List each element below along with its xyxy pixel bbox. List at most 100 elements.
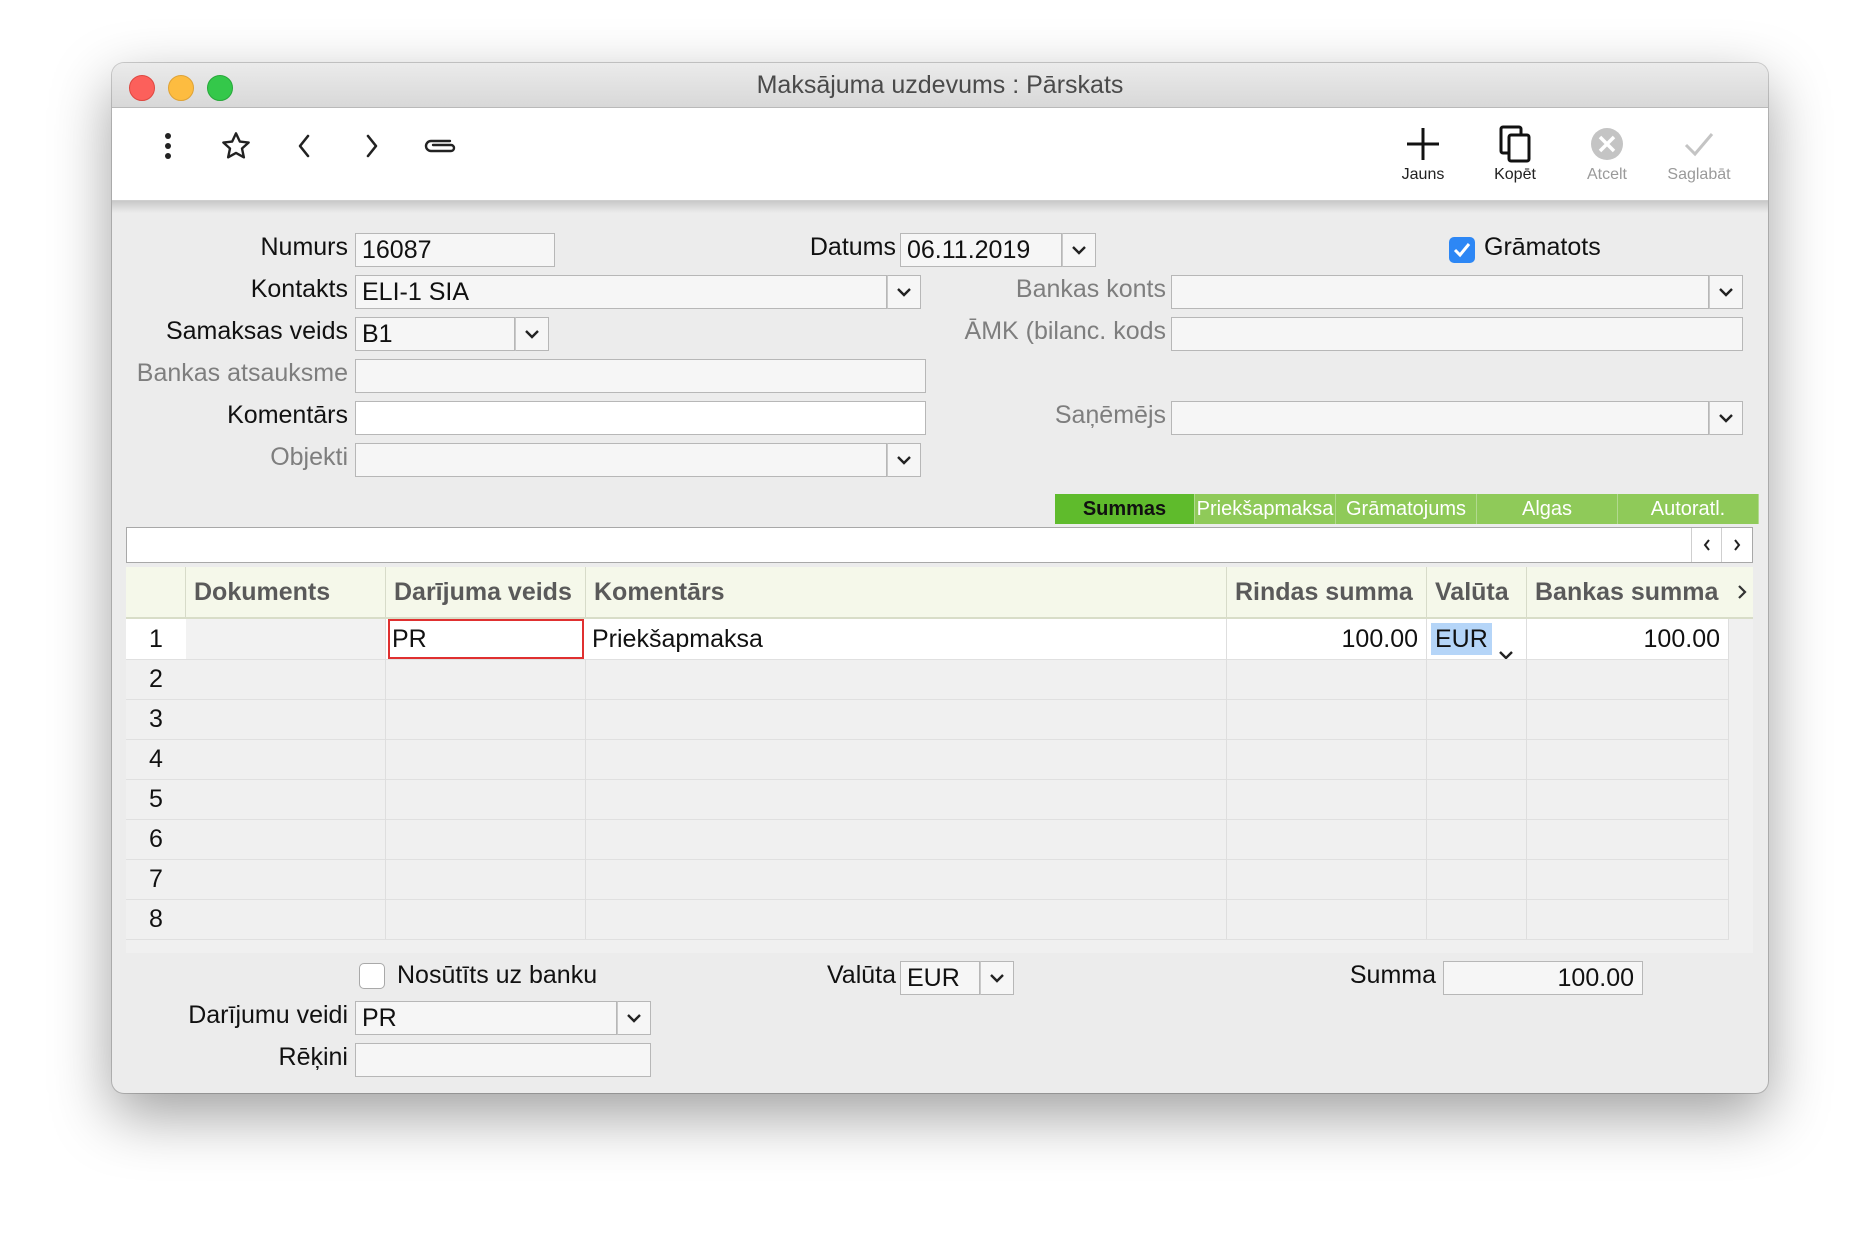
new-button[interactable]: Jauns xyxy=(1378,122,1468,192)
cell-bankas-summa[interactable] xyxy=(1527,739,1729,779)
samaksas-field[interactable]: B1 xyxy=(355,317,515,351)
cell-rindas-summa[interactable] xyxy=(1227,899,1427,939)
column-header-valuta[interactable]: Valūta xyxy=(1427,567,1527,617)
column-header-darijuma-veids[interactable]: Darījuma veids xyxy=(386,567,586,617)
cell-dokuments[interactable] xyxy=(186,779,386,819)
cell-rindas-summa[interactable] xyxy=(1227,739,1427,779)
cell-rindas-summa[interactable] xyxy=(1227,659,1427,699)
table-row[interactable]: 7 xyxy=(126,859,1729,900)
table-row[interactable]: 2 xyxy=(126,659,1729,700)
bankas-konts-field[interactable] xyxy=(1171,275,1709,309)
cell-bankas-summa[interactable] xyxy=(1527,859,1729,899)
bottom-valuta-dropdown[interactable] xyxy=(980,961,1014,995)
cell-komentars[interactable] xyxy=(586,779,1227,819)
cell-komentars[interactable] xyxy=(586,699,1227,739)
nosutits-checkbox[interactable] xyxy=(359,963,385,989)
table-row[interactable]: 6 xyxy=(126,819,1729,860)
cell-dokuments[interactable] xyxy=(186,899,386,939)
darijumu-veidi-dropdown[interactable] xyxy=(617,1001,651,1035)
komentars-field[interactable] xyxy=(355,401,926,435)
cell-rindas-summa[interactable] xyxy=(1227,819,1427,859)
cell-valuta[interactable] xyxy=(1427,699,1527,739)
tab-autoratl[interactable]: Autoratl. xyxy=(1618,494,1759,524)
column-header-bankas-summa[interactable]: Bankas summa xyxy=(1527,567,1730,617)
cell-bankas-summa[interactable] xyxy=(1527,819,1729,859)
sanemejs-dropdown[interactable] xyxy=(1709,401,1743,435)
column-header-rindas-summa[interactable]: Rindas summa xyxy=(1227,567,1427,617)
cell-bankas-summa[interactable] xyxy=(1527,779,1729,819)
bankas-konts-dropdown[interactable] xyxy=(1709,275,1743,309)
cell-rindas-summa[interactable] xyxy=(1227,779,1427,819)
previous-arrow-icon[interactable] xyxy=(284,126,324,166)
cell-darijuma-veids-selected[interactable]: PR xyxy=(388,619,584,659)
numurs-field[interactable]: 16087 xyxy=(355,233,555,267)
cell-valuta[interactable] xyxy=(1427,819,1527,859)
table-row[interactable]: 3 xyxy=(126,699,1729,740)
cell-dokuments[interactable] xyxy=(186,859,386,899)
scroll-left-button[interactable] xyxy=(1691,528,1722,562)
cell-bankas-summa[interactable] xyxy=(1527,659,1729,699)
copy-button[interactable]: Kopēt xyxy=(1470,122,1560,192)
datums-field[interactable]: 06.11.2019 xyxy=(900,233,1062,267)
objekti-field[interactable] xyxy=(355,443,887,477)
cell-darijuma-veids[interactable] xyxy=(386,699,586,739)
horizontal-scrollbar[interactable] xyxy=(126,527,1753,563)
cell-dokuments[interactable] xyxy=(186,739,386,779)
cell-dokuments[interactable] xyxy=(186,659,386,699)
favorite-star-icon[interactable] xyxy=(216,126,256,166)
sanemejs-field[interactable] xyxy=(1171,401,1709,435)
cell-darijuma-veids[interactable] xyxy=(386,739,586,779)
tab-algas[interactable]: Algas xyxy=(1477,494,1618,524)
attachment-paperclip-icon[interactable] xyxy=(420,126,460,166)
cell-dokuments[interactable] xyxy=(186,699,386,739)
cell-bankas-summa[interactable]: 100.00 xyxy=(1527,619,1729,659)
cell-dokuments[interactable] xyxy=(186,819,386,859)
darijumu-veidi-field[interactable]: PR xyxy=(355,1001,617,1035)
table-row[interactable]: 1 PR Priekšapmaksa 100.00 EUR 100.00 xyxy=(126,619,1729,660)
column-header-dokuments[interactable]: Dokuments xyxy=(186,567,386,617)
cell-komentars[interactable] xyxy=(586,899,1227,939)
cell-valuta[interactable] xyxy=(1427,739,1527,779)
atsauksme-field[interactable] xyxy=(355,359,926,393)
cell-valuta[interactable] xyxy=(1427,899,1527,939)
cell-bankas-summa[interactable] xyxy=(1527,899,1729,939)
cell-rindas-summa[interactable]: 100.00 xyxy=(1227,619,1427,659)
tab-gramatojums[interactable]: Grāmatojums xyxy=(1336,494,1477,524)
rekini-field[interactable] xyxy=(355,1043,651,1077)
cell-rindas-summa[interactable] xyxy=(1227,699,1427,739)
cell-valuta[interactable] xyxy=(1427,779,1527,819)
cell-komentars[interactable] xyxy=(586,659,1227,699)
objekti-dropdown[interactable] xyxy=(887,443,921,477)
cell-bankas-summa[interactable] xyxy=(1527,699,1729,739)
cell-valuta[interactable] xyxy=(1427,659,1527,699)
bottom-valuta-field[interactable]: EUR xyxy=(900,961,980,995)
column-header-komentars[interactable]: Komentārs xyxy=(586,567,1227,617)
table-row[interactable]: 4 xyxy=(126,739,1729,780)
cell-darijuma-veids[interactable] xyxy=(386,899,586,939)
samaksas-dropdown[interactable] xyxy=(515,317,549,351)
cell-valuta[interactable]: EUR xyxy=(1427,619,1527,659)
datums-dropdown[interactable] xyxy=(1062,233,1096,267)
tab-priekšapmaksa[interactable]: Priekšapmaksa xyxy=(1195,494,1336,524)
cell-rindas-summa[interactable] xyxy=(1227,859,1427,899)
cell-darijuma-veids[interactable] xyxy=(386,779,586,819)
amk-field[interactable] xyxy=(1171,317,1743,351)
table-row[interactable]: 5 xyxy=(126,779,1729,820)
more-columns-chevron-icon[interactable] xyxy=(1730,567,1753,617)
cell-darijuma-veids[interactable] xyxy=(386,819,586,859)
table-row[interactable]: 8 xyxy=(126,899,1729,940)
cell-darijuma-veids[interactable] xyxy=(386,859,586,899)
cell-valuta[interactable] xyxy=(1427,859,1527,899)
kontakts-dropdown[interactable] xyxy=(887,275,921,309)
scroll-right-button[interactable] xyxy=(1721,528,1752,562)
kontakts-field[interactable]: ELI-1 SIA xyxy=(355,275,887,309)
save-button[interactable]: Saglabāt xyxy=(1654,122,1744,192)
cell-darijuma-veids[interactable] xyxy=(386,659,586,699)
cell-komentars[interactable]: Priekšapmaksa xyxy=(586,619,1227,659)
gramatots-checkbox[interactable] xyxy=(1449,237,1475,263)
next-arrow-icon[interactable] xyxy=(352,126,392,166)
cell-dokuments[interactable] xyxy=(186,619,386,659)
tab-summas[interactable]: Summas xyxy=(1055,494,1195,524)
cancel-button[interactable]: Atcelt xyxy=(1562,122,1652,192)
cell-komentars[interactable] xyxy=(586,739,1227,779)
